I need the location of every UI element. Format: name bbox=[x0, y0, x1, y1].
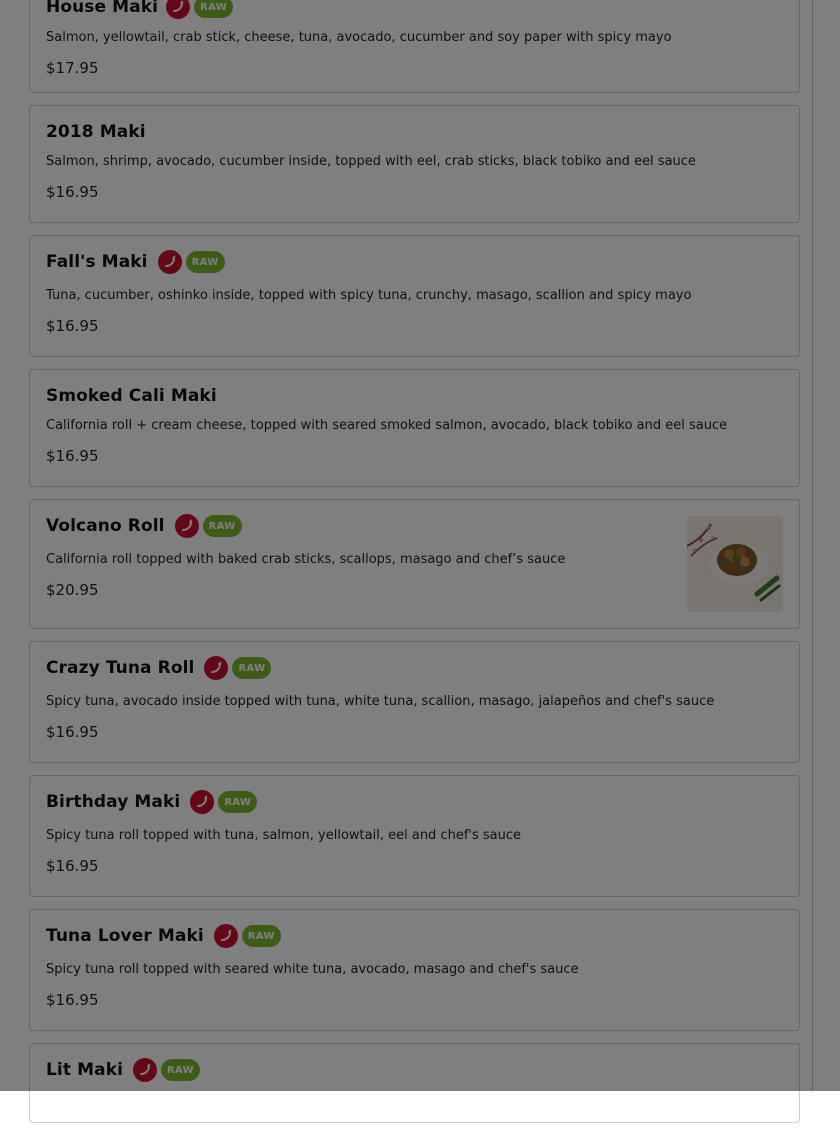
raw-badge: RAW bbox=[232, 657, 272, 679]
menu-item-price: $16.95 bbox=[46, 723, 99, 741]
menu-item-card[interactable]: Smoked Cali Maki California roll + cream… bbox=[29, 369, 800, 487]
menu-item-description: Salmon, shrimp, avocado, cucumber inside… bbox=[46, 154, 696, 169]
menu-item-name: House Maki bbox=[46, 0, 159, 17]
menu-item-description: Tuna, cucumber, oshinko inside, topped w… bbox=[46, 288, 692, 303]
menu-item-card[interactable]: House Maki RAW Salmon, yellowtail, crab … bbox=[29, 0, 800, 93]
page-scrollbar[interactable] bbox=[812, 0, 840, 1091]
raw-badge: RAW bbox=[185, 251, 225, 273]
menu-item-card[interactable]: 2018 Maki Salmon, shrimp, avocado, cucum… bbox=[29, 105, 800, 223]
menu-item-card[interactable]: Volcano Roll RAW California roll topped … bbox=[29, 499, 800, 629]
chili-pepper-icon bbox=[204, 656, 229, 680]
menu-item-name: 2018 Maki bbox=[46, 122, 146, 142]
menu-item-description: Salmon, yellowtail, crab stick, cheese, … bbox=[46, 30, 672, 45]
menu-item-photo[interactable] bbox=[687, 516, 783, 612]
menu-item-name: Tuna Lover Maki bbox=[46, 926, 204, 946]
chili-pepper-icon bbox=[190, 790, 215, 814]
menu-item-description: Spicy tuna roll topped with tuna, salmon… bbox=[46, 828, 522, 843]
menu-item-price: $17.95 bbox=[46, 59, 99, 77]
menu-item-card[interactable]: Tuna Lover Maki RAW Spicy tuna roll topp… bbox=[29, 909, 800, 1031]
chili-pepper-icon bbox=[213, 924, 238, 948]
menu-item-name: Crazy Tuna Roll bbox=[46, 658, 195, 678]
menu-item-price: $16.95 bbox=[46, 317, 99, 335]
menu-item-price: $16.95 bbox=[46, 857, 99, 875]
raw-badge: RAW bbox=[241, 925, 281, 947]
raw-badge: RAW bbox=[161, 1059, 200, 1081]
menu-item-price: $16.95 bbox=[46, 991, 99, 1009]
raw-badge: RAW bbox=[218, 791, 258, 813]
menu-item-card[interactable]: Lit Maki RAW bbox=[29, 1043, 800, 1123]
menu-item-name: Fall's Maki bbox=[46, 252, 148, 272]
menu-item-description: California roll + cream cheese, topped w… bbox=[46, 418, 728, 433]
menu-item-price: $16.95 bbox=[46, 183, 99, 201]
menu-item-name: Lit Maki bbox=[46, 1060, 124, 1080]
menu-item-name: Volcano Roll bbox=[46, 516, 165, 536]
menu-item-card[interactable]: Crazy Tuna Roll RAW Spicy tuna, avocado … bbox=[29, 641, 800, 763]
menu-item-list: House Maki RAW Salmon, yellowtail, crab … bbox=[29, 0, 800, 1135]
chili-pepper-icon bbox=[166, 0, 191, 19]
menu-item-description: California roll topped with baked crab s… bbox=[46, 552, 566, 567]
menu-item-price: $20.95 bbox=[46, 581, 99, 599]
chili-pepper-icon bbox=[157, 250, 182, 274]
menu-item-price: $16.95 bbox=[46, 447, 99, 465]
chili-pepper-icon bbox=[174, 514, 199, 538]
menu-item-card[interactable]: Birthday Maki RAW Spicy tuna roll topped… bbox=[29, 775, 800, 897]
menu-page: House Maki RAW Salmon, yellowtail, crab … bbox=[0, 0, 840, 1123]
menu-item-description: Spicy tuna roll topped with seared white… bbox=[46, 962, 579, 977]
raw-badge: RAW bbox=[202, 515, 242, 537]
raw-badge: RAW bbox=[194, 0, 234, 18]
menu-item-description: Spicy tuna, avocado inside topped with t… bbox=[46, 694, 715, 709]
menu-item-name: Smoked Cali Maki bbox=[46, 386, 217, 406]
menu-item-card[interactable]: Fall's Maki RAW Tuna, cucumber, oshinko … bbox=[29, 235, 800, 357]
chili-pepper-icon bbox=[133, 1058, 158, 1082]
menu-item-name: Birthday Maki bbox=[46, 792, 181, 812]
